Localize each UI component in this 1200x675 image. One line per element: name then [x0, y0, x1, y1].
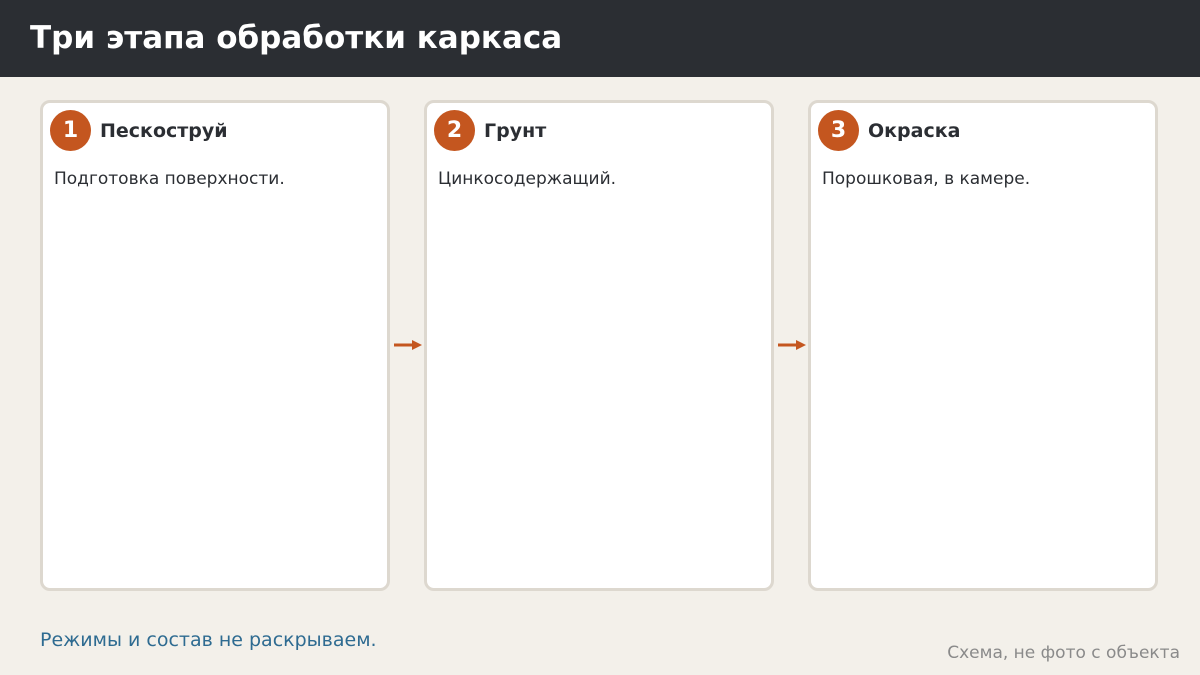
arrow-right-icon: [778, 340, 806, 350]
step-number-badge: 1: [50, 110, 91, 151]
step-card-3: 3 Окраска Порошковая, в камере.: [808, 100, 1158, 591]
step-description: Цинкосодержащий.: [438, 169, 617, 189]
step-card-2: 2 Грунт Цинкосодержащий.: [424, 100, 774, 591]
footer-note: Режимы и состав не раскрываем.: [40, 629, 377, 651]
step-title: Окраска: [868, 120, 961, 142]
step-number-badge: 2: [434, 110, 475, 151]
page-title: Три этапа обработки каркаса: [30, 20, 563, 56]
step-number-badge: 3: [818, 110, 859, 151]
step-description: Порошковая, в камере.: [822, 169, 1031, 189]
step-card-1: 1 Пескоструй Подготовка поверхности.: [40, 100, 390, 591]
step-title: Грунт: [484, 120, 547, 142]
image-caption: Схема, не фото с объекта: [947, 643, 1180, 663]
arrow-right-icon: [394, 340, 422, 350]
step-title: Пескоструй: [100, 120, 228, 142]
header-bar: Три этапа обработки каркаса: [0, 0, 1200, 77]
step-description: Подготовка поверхности.: [54, 169, 285, 189]
